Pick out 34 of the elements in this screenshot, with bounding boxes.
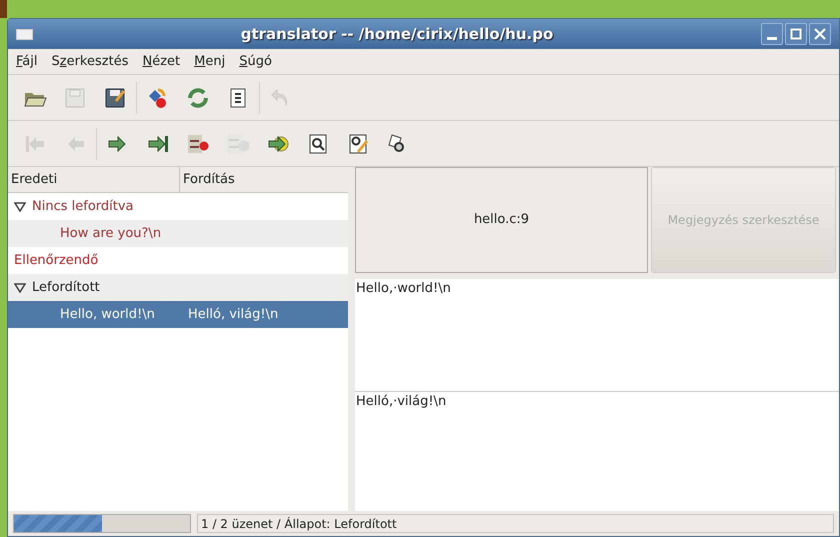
- original-cell-text: Hello, world!\n: [59, 306, 156, 324]
- save-icon: [63, 86, 87, 110]
- translation-text-area[interactable]: Helló,·világ!\n: [355, 392, 839, 511]
- expander-icon[interactable]: [14, 202, 26, 212]
- maximize-button[interactable]: [785, 23, 807, 45]
- minimize-icon: [767, 36, 777, 40]
- menu-item[interactable]: Menj: [194, 52, 226, 72]
- expander-icon[interactable]: [14, 282, 26, 292]
- menu-item[interactable]: Súgó: [239, 52, 272, 72]
- menu-item[interactable]: Nézet: [142, 52, 180, 72]
- corner-marker: [0, 0, 7, 18]
- refresh-icon: [186, 86, 210, 110]
- window-title: gtranslator -- /home/cirix/hello/hu.po: [240, 24, 554, 45]
- reference-label: hello.c:9: [474, 211, 530, 230]
- message-row[interactable]: Hello, world!\n Helló, világ!\n: [8, 301, 348, 328]
- column-header[interactable]: Eredeti: [8, 167, 180, 192]
- translation-cell-text: Helló, világ!\n: [187, 306, 278, 324]
- group-label: Lefordított: [32, 278, 100, 297]
- minimize-button[interactable]: [761, 23, 783, 45]
- close-icon: [814, 28, 826, 40]
- menu-item[interactable]: Fájl: [16, 52, 38, 72]
- original-cell-text: How are you?\n: [59, 224, 162, 243]
- translation-text: Helló,·világ!\n: [356, 394, 446, 409]
- group-label: Nincs lefordítva: [32, 198, 134, 216]
- message-row[interactable]: How are you?\n: [8, 220, 348, 247]
- close-button[interactable]: [809, 23, 831, 45]
- window-menu-icon[interactable]: [16, 28, 33, 40]
- maximize-icon: [790, 28, 802, 40]
- menu-item[interactable]: Szerkesztés: [52, 52, 128, 72]
- status-text: 1 / 2 üzenet / Állapot: Lefordított: [201, 516, 397, 532]
- group-label: Ellenőrzendő: [14, 252, 98, 270]
- edit-icon: [103, 86, 127, 110]
- original-text: Hello,·world!\n: [356, 281, 451, 296]
- column-header[interactable]: Fordítás: [180, 167, 348, 192]
